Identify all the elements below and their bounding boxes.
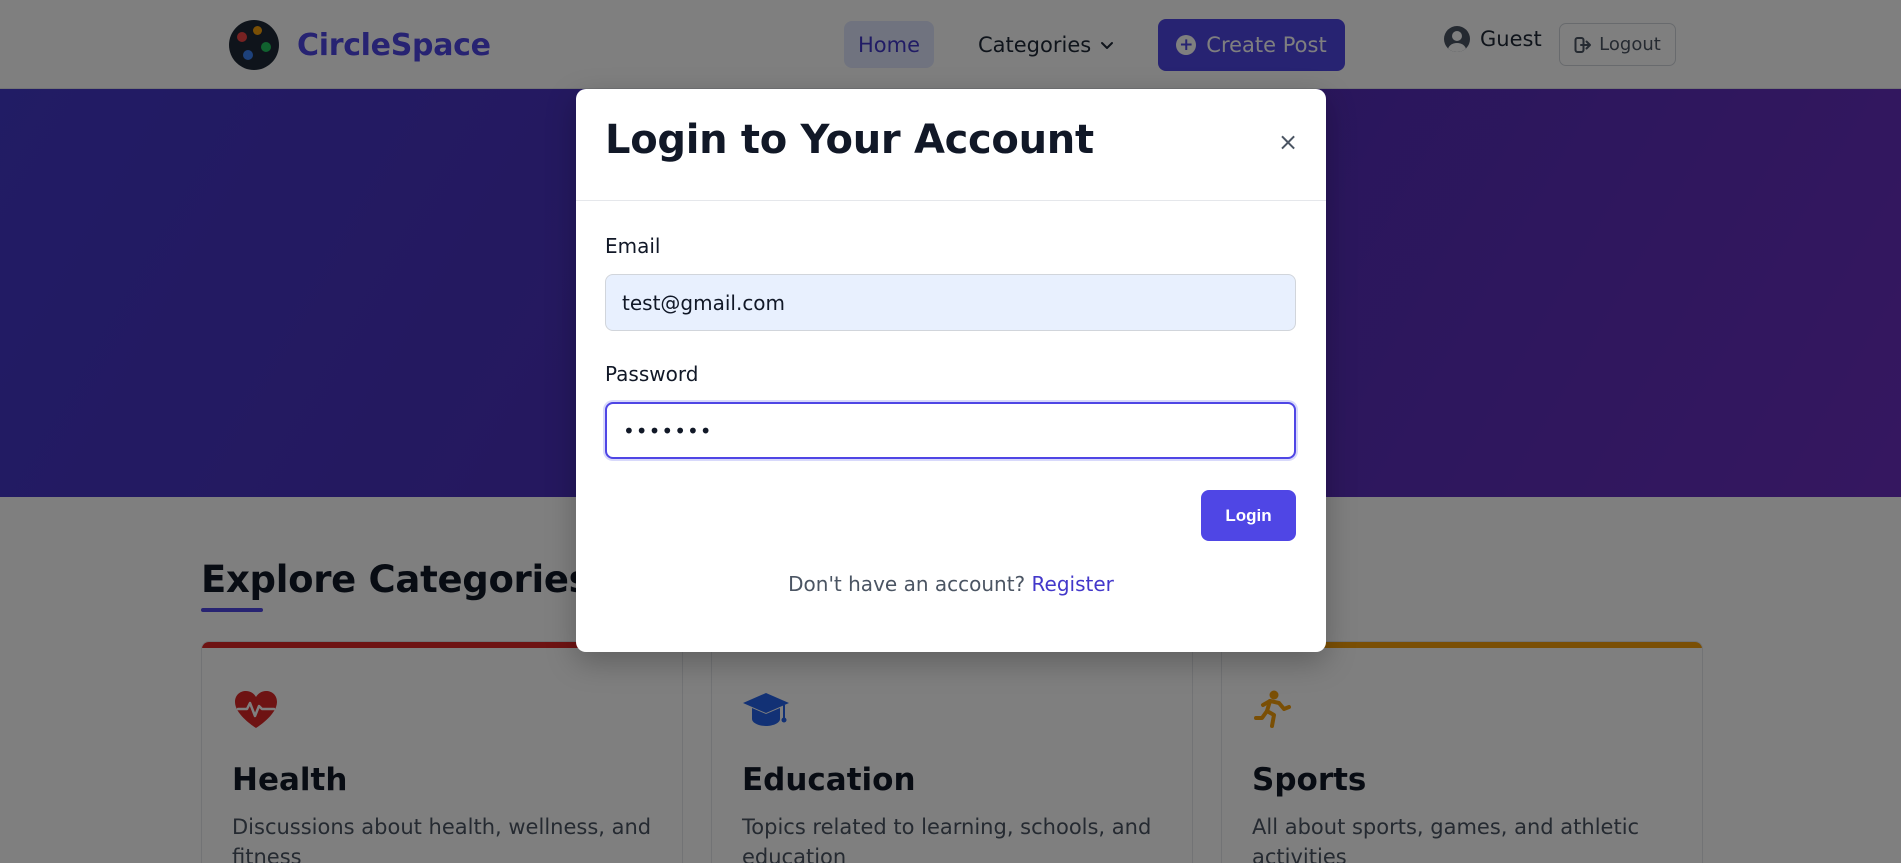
modal-title: Login to Your Account (605, 117, 1094, 163)
close-icon[interactable]: × (1275, 129, 1301, 155)
password-field[interactable] (605, 402, 1296, 459)
register-prompt-text: Don't have an account? (788, 572, 1026, 596)
login-button[interactable]: Login (1201, 490, 1296, 541)
modal-header: Login to Your Account × (576, 89, 1326, 201)
register-link[interactable]: Register (1032, 572, 1114, 596)
register-prompt: Don't have an account? Register (576, 572, 1326, 596)
email-field[interactable] (605, 274, 1296, 331)
email-label: Email (605, 234, 661, 258)
password-label: Password (605, 362, 699, 386)
login-modal: Login to Your Account × Email Password L… (576, 89, 1326, 652)
